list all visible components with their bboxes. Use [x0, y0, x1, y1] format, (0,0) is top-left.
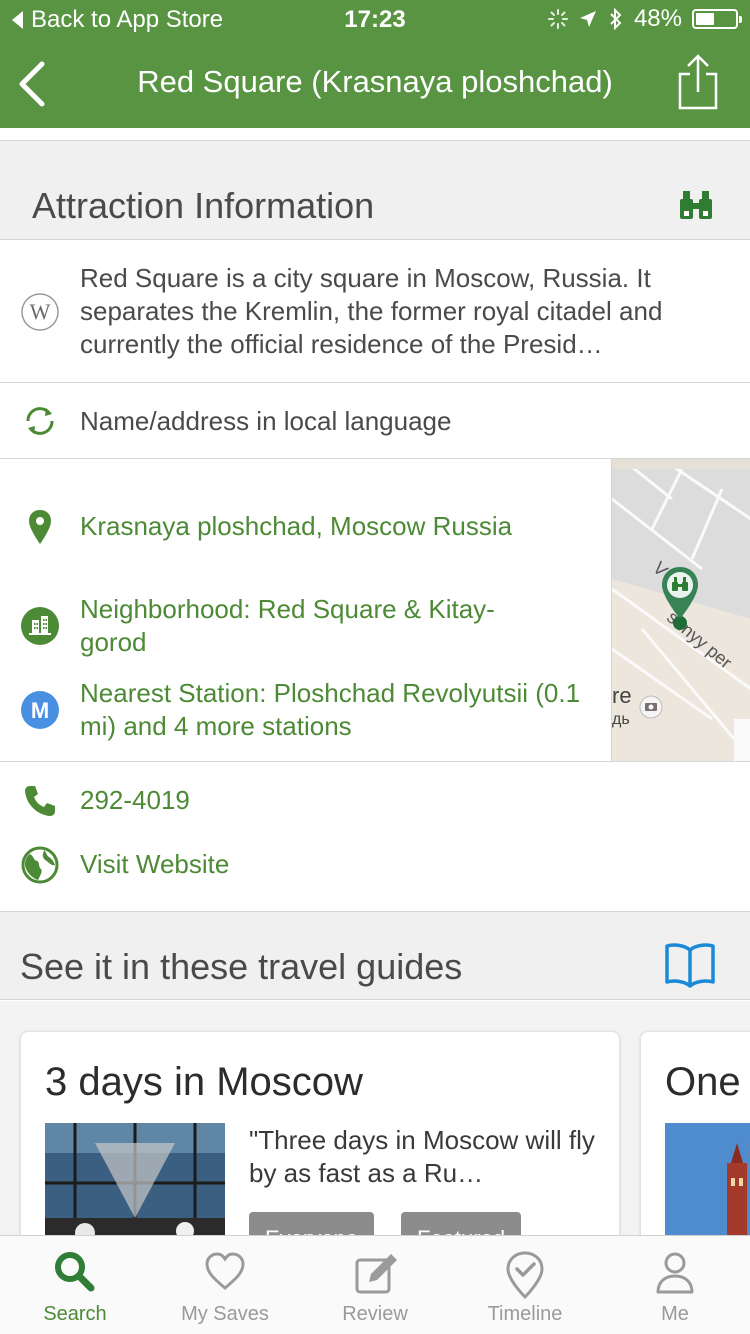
metro-badge-letter: M [31, 698, 49, 723]
bluetooth-icon [610, 7, 622, 31]
guide-card-image [45, 1123, 225, 1253]
tab-label: Me [661, 1303, 689, 1325]
tab-label: My Saves [181, 1303, 269, 1325]
tab-timeline[interactable]: Timeline [450, 1236, 600, 1334]
website-link[interactable]: Visit Website [80, 848, 229, 881]
navigation-bar: Red Square (Krasnaya ploshchad) [0, 40, 750, 128]
attraction-info-heading: Attraction Information [32, 185, 375, 226]
tab-me[interactable]: Me [600, 1236, 750, 1334]
tab-label: Timeline [487, 1303, 563, 1325]
tab-review[interactable]: Review [300, 1236, 450, 1334]
attraction-description[interactable]: Red Square is a city square in Moscow, R… [80, 262, 728, 361]
section-header-attraction: Attraction Information [0, 140, 750, 240]
guide-card-image [665, 1123, 750, 1253]
guide-card-title: 3 days in Moscow [45, 1060, 363, 1104]
search-icon [55, 1252, 95, 1292]
phone-icon [20, 781, 60, 821]
globe-icon [20, 845, 60, 885]
map-thumbnail[interactable]: V shnyy per re дь [611, 459, 750, 762]
svg-text:W: W [30, 299, 51, 324]
battery-icon [692, 9, 742, 29]
divider [0, 382, 750, 383]
tab-bar: Search My Saves Review Timeline Me [0, 1235, 750, 1334]
metro-station-icon: M [20, 690, 60, 730]
section-header-guides: See it in these travel guides [0, 911, 750, 1000]
map-label-fragment-1: re [612, 683, 632, 708]
activity-spinner-icon [547, 9, 568, 29]
page-title: Red Square (Krasnaya ploshchad) [137, 64, 613, 99]
binoculars-icon [680, 191, 712, 219]
guides-heading: See it in these travel guides [20, 946, 463, 987]
location-pin-icon [20, 507, 60, 547]
tab-label: Review [342, 1303, 408, 1325]
local-language-link[interactable]: Name/address in local language [80, 405, 451, 438]
tab-search[interactable]: Search [0, 1236, 150, 1334]
guide-card-quote: "Three days in Moscow will fly by as fas… [249, 1125, 595, 1188]
edit-icon [355, 1254, 397, 1294]
guide-card-title: One [665, 1060, 741, 1104]
heart-icon [205, 1252, 245, 1290]
status-indicators: 48% [547, 5, 742, 33]
refresh-translate-icon [20, 401, 60, 441]
nearest-station-link[interactable]: Nearest Station: Ploshchad Revolyutsii (… [80, 677, 600, 743]
battery-fill [696, 13, 714, 25]
map-label-fragment-2: дь [612, 711, 630, 728]
map-attraction-pin-icon [662, 567, 698, 630]
divider [0, 761, 750, 762]
battery-percent: 48% [633, 5, 682, 32]
open-book-icon [665, 943, 715, 988]
share-icon[interactable] [676, 52, 720, 112]
location-check-icon [506, 1251, 544, 1300]
phone-link[interactable]: 292-4019 [80, 784, 190, 817]
neighborhood-icon [20, 606, 60, 646]
wikipedia-icon: W [20, 292, 60, 332]
app-header: Back to App Store 17:23 48% Red Square (… [0, 0, 750, 128]
tab-label: Search [43, 1303, 107, 1325]
address-link[interactable]: Krasnaya ploshchad, Moscow Russia [80, 510, 600, 543]
back-chevron-icon[interactable] [14, 60, 50, 108]
status-bar: Back to App Store 17:23 48% [0, 0, 750, 40]
tab-my-saves[interactable]: My Saves [150, 1236, 300, 1334]
neighborhood-link[interactable]: Neighborhood: Red Square & Kitay-gorod [80, 593, 560, 659]
person-icon [656, 1252, 694, 1294]
location-arrow-icon [579, 11, 596, 27]
